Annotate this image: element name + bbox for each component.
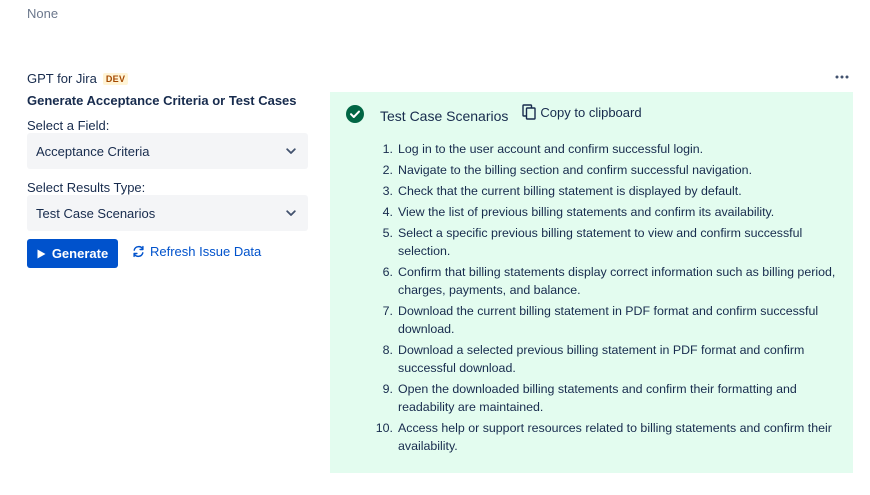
results-type-label: Select Results Type: [27, 180, 146, 195]
list-item-number: 7. [382, 304, 393, 318]
refresh-issue-data-label: Refresh Issue Data [150, 244, 262, 259]
list-item: 10. Access help or support resources rela… [376, 419, 843, 455]
generate-button[interactable]: Generate [27, 239, 118, 268]
list-item: 7. Download the current billing statement… [383, 302, 843, 338]
test-case-list: 1. Log in to the user account and confirm… [376, 140, 843, 458]
check-circle-icon [346, 105, 364, 123]
app-header: GPT for Jira DEV [27, 71, 129, 86]
result-header: Test Case Scenarios Copy to clipboard [346, 104, 642, 124]
none-label: None [27, 6, 59, 21]
list-item: 6. Confirm that billing statements displa… [383, 263, 843, 299]
generate-button-label: Generate [51, 246, 109, 261]
list-item-text: Select a specific previous billing state… [398, 226, 803, 258]
more-options-button[interactable] [833, 68, 851, 86]
chevron-down-icon [286, 209, 296, 217]
list-item-text: Access help or support resources related… [398, 421, 832, 453]
list-item-number: 10. [375, 421, 393, 435]
field-label: Select a Field: [27, 118, 110, 133]
list-item-text: View the list of previous billing statem… [398, 205, 775, 219]
list-item-number: 1. [382, 142, 393, 156]
results-type-value: Test Case Scenarios [36, 205, 156, 221]
app-name: GPT for Jira [27, 71, 97, 86]
copy-to-clipboard-label: Copy to clipboard [540, 104, 642, 120]
list-item-text: Navigate to the billing section and conf… [398, 163, 753, 177]
list-item: 1. Log in to the user account and confirm… [383, 140, 843, 158]
results-type-select[interactable]: Test Case Scenarios [27, 195, 308, 231]
play-icon [37, 249, 46, 258]
result-title: Test Case Scenarios [380, 108, 509, 124]
result-panel: Test Case Scenarios Copy to clipboard 1.… [330, 92, 853, 473]
list-item-text: Download the current billing statement i… [398, 304, 819, 336]
refresh-icon [133, 245, 144, 258]
list-item: 8. Download a selected previous billing s… [383, 341, 843, 377]
copy-icon [522, 104, 537, 120]
field-select[interactable]: Acceptance Criteria [27, 133, 308, 169]
list-item-number: 3. [382, 184, 393, 198]
list-item: 3. Check that the current billing stateme… [383, 182, 843, 200]
list-item: 9. Open the downloaded billing statements… [383, 380, 843, 416]
list-item-text: Check that the current billing statement… [398, 184, 742, 198]
list-item-number: 2. [382, 163, 393, 177]
more-horizontal-icon [835, 75, 849, 79]
dev-badge: DEV [102, 72, 129, 85]
list-item-number: 6. [382, 265, 393, 279]
list-item-number: 5. [382, 226, 393, 240]
list-item: 5. Select a specific previous billing sta… [383, 224, 843, 260]
list-item-text: Download a selected previous billing sta… [398, 343, 805, 375]
list-item-number: 4. [382, 205, 393, 219]
chevron-down-icon [286, 147, 296, 155]
list-item: 4. View the list of previous billing stat… [383, 203, 843, 221]
list-item-text: Open the downloaded billing statements a… [398, 382, 797, 414]
list-item-text: Confirm that billing statements display … [398, 265, 836, 297]
section-title: Generate Acceptance Criteria or Test Cas… [27, 93, 297, 108]
list-item-number: 8. [382, 343, 393, 357]
field-select-value: Acceptance Criteria [36, 143, 150, 159]
copy-to-clipboard-button[interactable]: Copy to clipboard [522, 104, 642, 120]
list-item: 2. Navigate to the billing section and co… [383, 161, 843, 179]
refresh-issue-data-button[interactable]: Refresh Issue Data [132, 244, 261, 259]
list-item-text: Log in to the user account and confirm s… [398, 142, 704, 156]
list-item-number: 9. [382, 382, 393, 396]
